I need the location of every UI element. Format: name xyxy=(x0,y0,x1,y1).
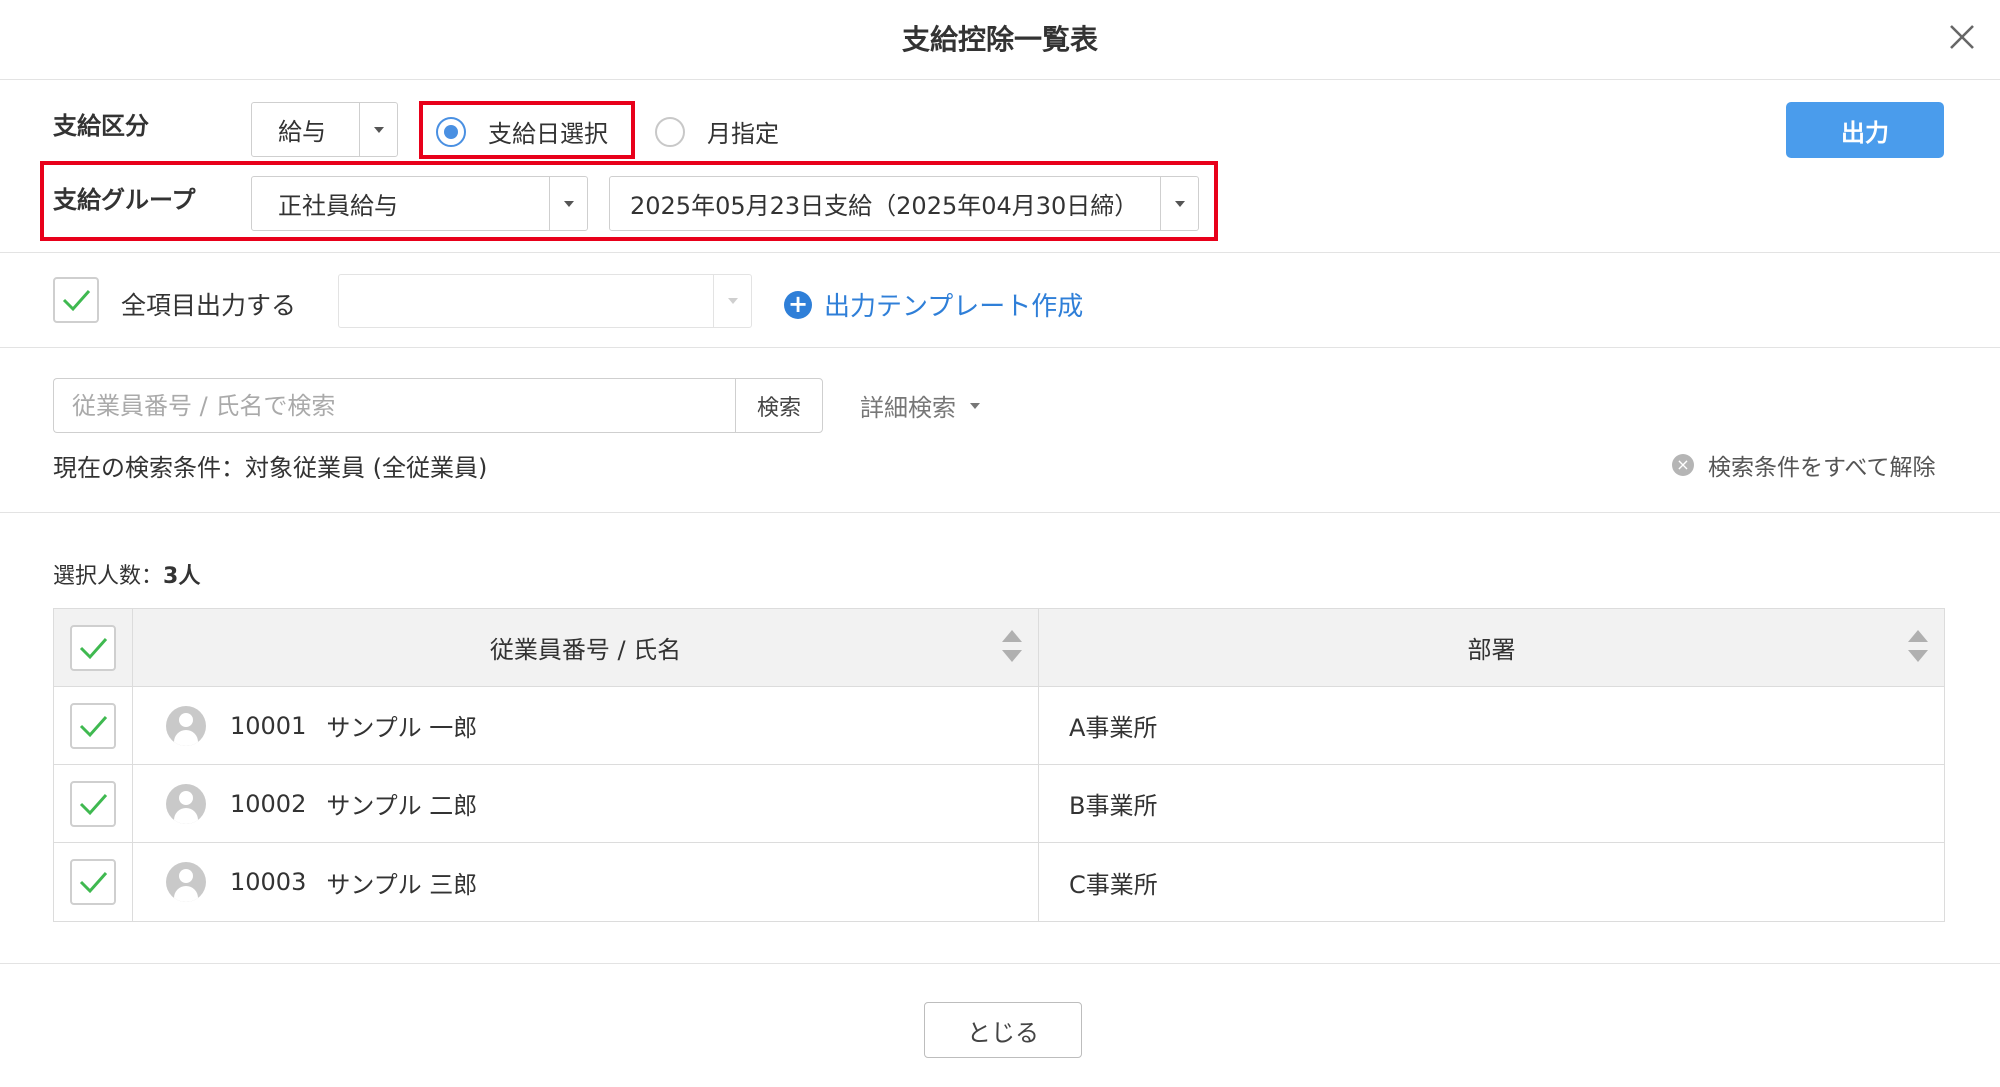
radio-month-label: 月指定 xyxy=(707,120,779,148)
department-value: C事業所 xyxy=(1069,870,1158,899)
row-check-cell xyxy=(54,687,133,764)
plus-circle-icon: + xyxy=(784,290,812,319)
row-checkbox[interactable] xyxy=(70,702,116,749)
column-header-employee[interactable]: 従業員番号 / 氏名 xyxy=(133,609,1039,686)
current-search-condition: 現在の検索条件：対象従業員 (全従業員) xyxy=(53,454,488,482)
chevron-down-icon xyxy=(359,103,397,156)
department-cell: C事業所 xyxy=(1039,843,1944,921)
employee-id: 10002 xyxy=(230,789,307,818)
close-icon[interactable] xyxy=(1945,20,1979,54)
chevron-down-icon xyxy=(1160,177,1198,230)
employee-id: 10001 xyxy=(230,711,307,740)
footer-divider xyxy=(0,963,2000,964)
selection-count-label: 選択人数： xyxy=(53,564,164,589)
employee-cell: 10001 サンプル 一郎 xyxy=(133,687,1039,764)
employee-table: 従業員番号 / 氏名 部署 10001 サンプル 一郎 A事業所 10002 サ… xyxy=(53,608,1945,922)
output-button[interactable]: 出力 xyxy=(1786,102,1944,158)
advanced-search-toggle[interactable]: 詳細検索 xyxy=(860,388,980,423)
check-icon xyxy=(62,290,91,312)
create-template-label: 出力テンプレート作成 xyxy=(824,292,1084,322)
radio-month[interactable]: 月指定 xyxy=(655,114,779,149)
all-items-checkbox[interactable] xyxy=(53,277,99,323)
dialog-header: 支給控除一覧表 xyxy=(0,0,2000,80)
employee-name: サンプル 一郎 xyxy=(326,714,478,742)
row-check-cell xyxy=(54,765,133,842)
employee-name: サンプル 三郎 xyxy=(326,870,478,899)
clear-circle-icon: × xyxy=(1672,454,1694,476)
sort-icon[interactable] xyxy=(1002,628,1022,666)
clear-all-conditions[interactable]: × 検索条件をすべて解除 xyxy=(1672,448,1935,482)
selection-count: 選択人数：3人 xyxy=(53,558,200,590)
radio-unselected-icon xyxy=(655,116,685,147)
table-row[interactable]: 10002 サンプル 二郎 B事業所 xyxy=(54,765,1944,843)
chevron-down-icon xyxy=(713,275,751,327)
row-check-cell xyxy=(54,843,133,921)
radio-paydate[interactable]: 支給日選択 xyxy=(436,114,608,149)
create-template-link[interactable]: + 出力テンプレート作成 xyxy=(784,286,1083,323)
radio-selected-icon xyxy=(436,116,466,147)
header-check-cell xyxy=(54,609,133,686)
avatar-icon xyxy=(166,783,206,824)
department-value: B事業所 xyxy=(1069,792,1158,820)
check-icon xyxy=(79,872,108,894)
search-input[interactable] xyxy=(53,378,735,433)
chevron-down-icon xyxy=(549,177,587,230)
paydate-value: 2025年05月23日支給（2025年04月30日締） xyxy=(630,192,1139,220)
template-select[interactable] xyxy=(338,274,752,328)
column-header-employee-label: 従業員番号 / 氏名 xyxy=(489,636,682,664)
table-header-row: 従業員番号 / 氏名 部署 xyxy=(54,609,1944,687)
department-cell: B事業所 xyxy=(1039,765,1944,842)
table-row[interactable]: 10003 サンプル 三郎 C事業所 xyxy=(54,843,1944,921)
paydate-select[interactable]: 2025年05月23日支給（2025年04月30日締） xyxy=(609,176,1199,231)
search-button[interactable]: 検索 xyxy=(735,378,823,433)
payment-type-select[interactable]: 給与 xyxy=(251,102,398,157)
advanced-search-label: 詳細検索 xyxy=(860,394,956,422)
sort-icon[interactable] xyxy=(1908,628,1928,666)
select-all-checkbox[interactable] xyxy=(70,624,116,671)
row-checkbox[interactable] xyxy=(70,780,116,827)
check-icon xyxy=(79,637,108,659)
payment-type-value: 給与 xyxy=(278,118,326,146)
clear-all-label: 検索条件をすべて解除 xyxy=(1708,455,1936,481)
payment-group-value: 正社員給与 xyxy=(278,192,398,220)
payment-group-label: 支給グループ xyxy=(53,186,196,214)
column-header-department[interactable]: 部署 xyxy=(1039,609,1944,686)
selection-count-value: 3人 xyxy=(163,564,201,589)
caret-down-icon xyxy=(970,402,980,409)
employee-id: 10003 xyxy=(230,868,307,896)
employee-cell: 10002 サンプル 二郎 xyxy=(133,765,1039,842)
avatar-icon xyxy=(166,705,206,746)
row-checkbox[interactable] xyxy=(70,859,116,905)
department-value: A事業所 xyxy=(1069,714,1158,742)
payment-group-select[interactable]: 正社員給与 xyxy=(251,176,588,231)
employee-cell: 10003 サンプル 三郎 xyxy=(133,843,1039,921)
check-icon xyxy=(79,715,108,737)
payment-type-label: 支給区分 xyxy=(53,112,149,140)
table-row[interactable]: 10001 サンプル 一郎 A事業所 xyxy=(54,687,1944,765)
column-header-department-label: 部署 xyxy=(1467,636,1516,664)
employee-name: サンプル 二郎 xyxy=(326,792,478,820)
all-items-label: 全項目出力する xyxy=(121,291,297,320)
department-cell: A事業所 xyxy=(1039,687,1944,764)
check-icon xyxy=(79,793,108,815)
dialog-title: 支給控除一覧表 xyxy=(901,23,1098,56)
close-button[interactable]: とじる xyxy=(924,1002,1082,1058)
radio-paydate-label: 支給日選択 xyxy=(488,120,608,148)
avatar-icon xyxy=(166,862,206,902)
